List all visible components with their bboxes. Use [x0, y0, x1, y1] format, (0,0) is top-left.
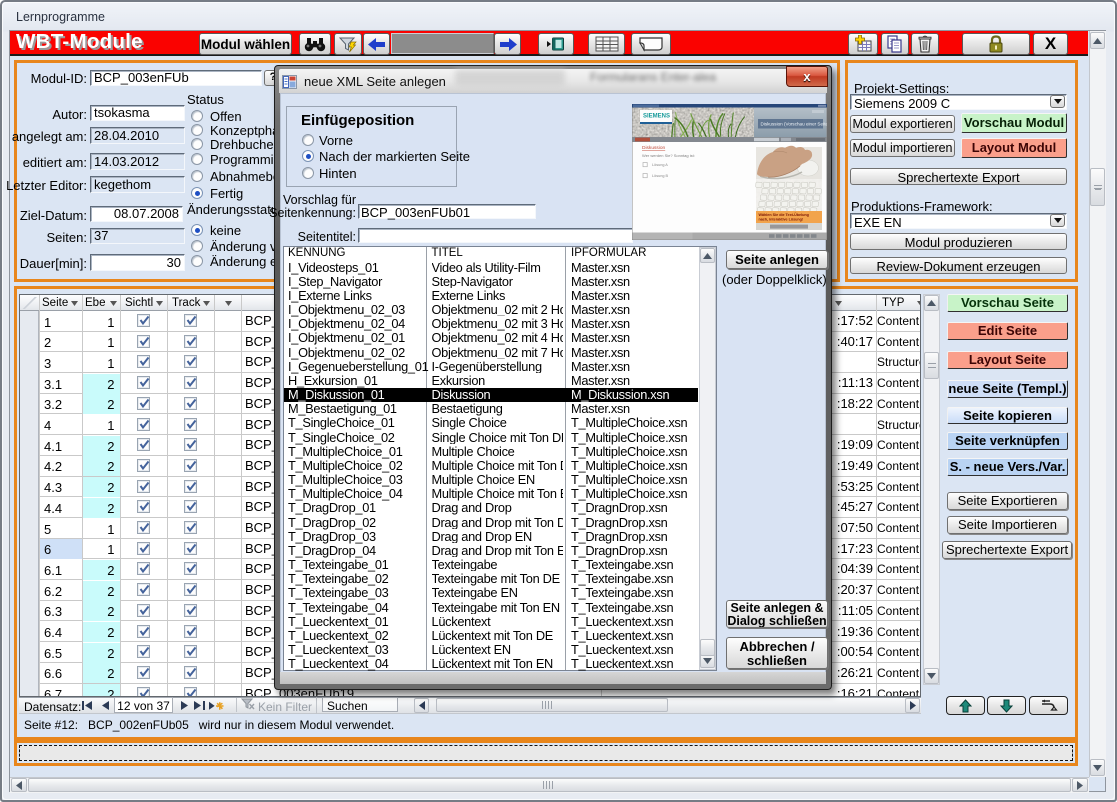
svg-text:Diskussion (Vorschau einer Sei: Diskussion (Vorschau einer Seite) [761, 122, 828, 127]
svg-text:Wählen Sie die Text-Übelung: Wählen Sie die Text-Übelung [759, 212, 809, 217]
svg-text:nach, interaktive Lösung!: nach, interaktive Lösung! [759, 218, 804, 222]
svg-text:Lösung A: Lösung A [652, 163, 668, 167]
svg-text:SIEMENS: SIEMENS [643, 114, 670, 120]
svg-text:Wer werden Sie? Sonntag ist:: Wer werden Sie? Sonntag ist: [642, 153, 695, 158]
svg-text:Lösung B: Lösung B [652, 174, 669, 178]
svg-text:Diskussion: Diskussion [642, 145, 666, 151]
